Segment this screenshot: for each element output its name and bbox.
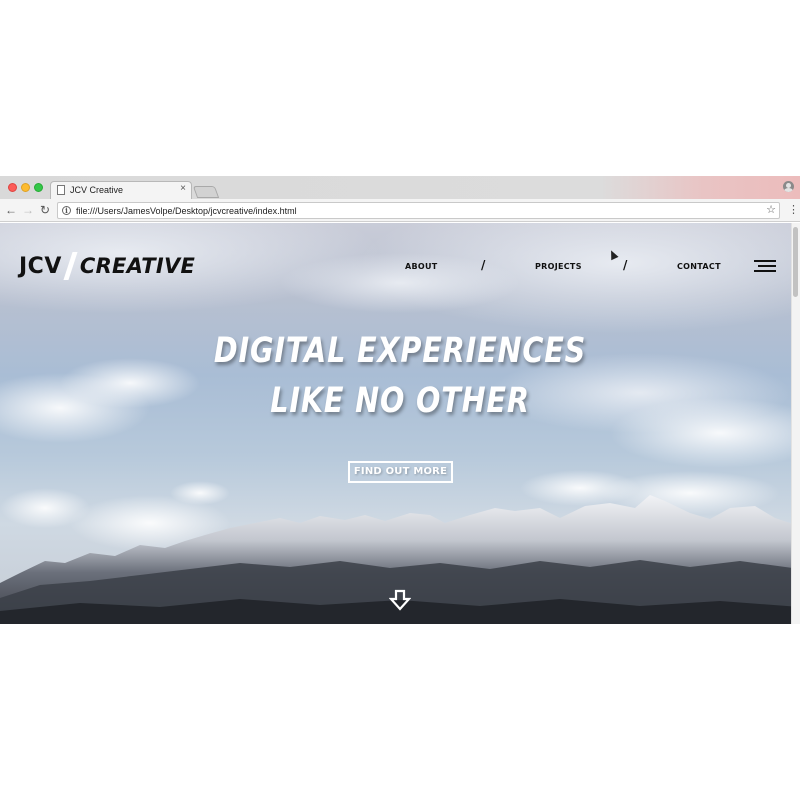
logo-creative: CREATIVE [79,254,196,278]
forward-arrow-icon[interactable]: → [21,202,35,218]
star-icon[interactable]: ☆ [766,203,776,218]
scrollbar-thumb[interactable] [793,227,798,297]
window-minimize-button[interactable] [21,183,30,192]
logo-jcv: JCV [19,253,62,279]
hero-background [0,223,800,624]
page-viewport: JCV CREATIVE ABOUT / PROJECTS / CONTACT … [0,223,800,624]
hero-heading-line-1: DIGITAL EXPERIENCES [213,331,587,371]
browser-tab[interactable]: JCV Creative × [50,181,192,199]
page-icon [57,185,65,195]
new-tab-button[interactable] [192,186,220,198]
url-text[interactable]: file:///Users/JamesVolpe/Desktop/jcvcrea… [76,205,297,217]
window-zoom-button[interactable] [34,183,43,192]
menu-dots-icon[interactable]: ⋮ [788,202,799,218]
find-out-more-button[interactable]: FIND OUT MORE [348,461,453,483]
window-close-button[interactable] [8,183,17,192]
nav-about-link[interactable]: ABOUT [405,262,438,271]
tab-close-icon[interactable]: × [180,183,186,195]
hamburger-menu-icon[interactable] [754,260,776,274]
logo-slash [63,252,78,280]
nav-projects-link[interactable]: PROJECTS [535,262,582,271]
address-bar[interactable]: i file:///Users/JamesVolpe/Desktop/jcvcr… [57,202,780,219]
user-icon[interactable] [783,181,794,192]
tab-title: JCV Creative [70,185,124,195]
hero-heading-line-2: LIKE NO OTHER [270,381,530,421]
reload-icon[interactable]: ↻ [38,202,52,218]
browser-toolbar: ← → ↻ i file:///Users/JamesVolpe/Desktop… [0,199,800,222]
info-icon[interactable]: i [62,206,71,215]
back-arrow-icon[interactable]: ← [4,202,18,218]
nav-separator: / [481,258,486,272]
page-scrollbar[interactable] [791,223,800,624]
scroll-down-arrow-icon[interactable] [389,589,411,611]
nav-separator: / [623,258,628,272]
browser-window: JCV Creative × ← → ↻ i file:///Users/Jam… [0,176,800,624]
site-logo[interactable]: JCV CREATIVE [19,252,196,280]
tab-strip: JCV Creative × [0,176,800,199]
nav-contact-link[interactable]: CONTACT [677,262,721,271]
